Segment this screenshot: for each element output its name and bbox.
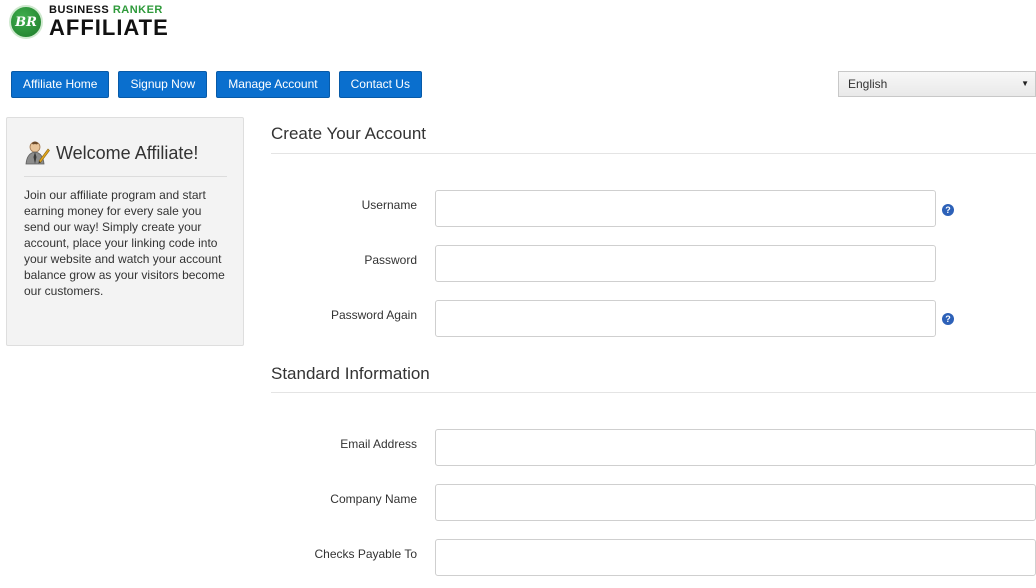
username-input[interactable] <box>435 190 936 227</box>
welcome-panel-header: Welcome Affiliate! <box>24 140 227 177</box>
company-name-label: Company Name <box>330 492 417 506</box>
company-name-input[interactable] <box>435 484 1036 521</box>
nav-contact-us-button[interactable]: Contact Us <box>338 71 422 98</box>
nav-signup-now-button[interactable]: Signup Now <box>118 71 208 98</box>
section-divider <box>271 392 1036 393</box>
password-again-help-icon[interactable]: ? <box>942 313 954 325</box>
top-nav: Affiliate Home Signup Now Manage Account… <box>11 71 422 98</box>
logo-badge: BR <box>9 5 43 39</box>
language-selected-value: English <box>848 77 888 91</box>
password-again-label: Password Again <box>330 308 417 322</box>
checks-payable-to-input[interactable] <box>435 539 1036 576</box>
password-label: Password <box>364 253 417 267</box>
email-address-input[interactable] <box>435 429 1036 466</box>
standard-information-title: Standard Information <box>271 364 430 383</box>
logo-text: BUSINESS RANKER AFFILIATE <box>49 5 169 39</box>
create-account-title: Create Your Account <box>271 124 427 143</box>
username-label: Username <box>361 198 417 212</box>
affiliate-person-icon <box>24 140 50 166</box>
username-help-icon[interactable]: ? <box>942 204 954 216</box>
logo[interactable]: BR BUSINESS RANKER AFFILIATE <box>9 5 169 39</box>
dropdown-arrow-icon: ▼ <box>1021 79 1029 88</box>
nav-manage-account-button[interactable]: Manage Account <box>216 71 330 98</box>
email-address-label: Email Address <box>340 437 417 451</box>
welcome-title: Welcome Affiliate! <box>56 142 199 163</box>
nav-affiliate-home-button[interactable]: Affiliate Home <box>11 71 110 98</box>
password-input[interactable] <box>435 245 936 282</box>
checks-payable-to-label: Checks Payable To <box>314 547 417 561</box>
section-divider <box>271 153 1036 154</box>
logo-word-affiliate: AFFILIATE <box>49 15 169 40</box>
language-select[interactable]: English ▼ <box>838 71 1036 97</box>
password-again-input[interactable] <box>435 300 936 337</box>
